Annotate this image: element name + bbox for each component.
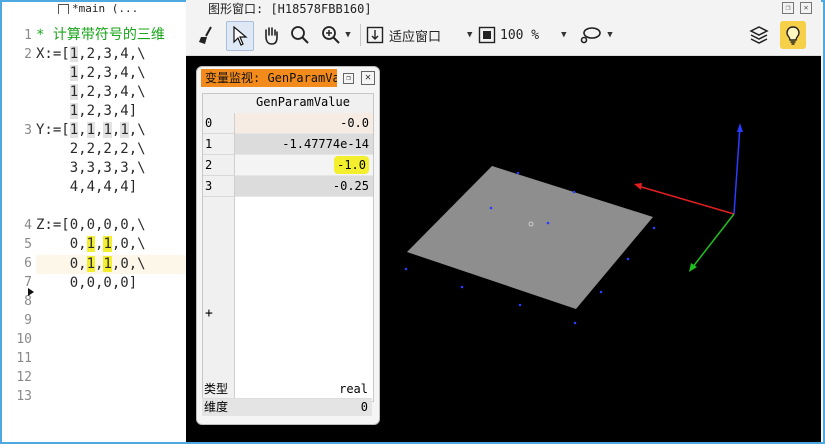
y-axis	[691, 213, 735, 269]
code-line-5b[interactable]: 0,1,1,0,\	[36, 235, 146, 254]
code-line-2[interactable]: X:=[1,2,3,4,\	[36, 45, 146, 64]
table-cell[interactable]: -1.47774e-14	[235, 134, 373, 155]
y-axis-arrow	[689, 263, 697, 272]
editor-tab-icon	[58, 3, 69, 14]
row-index: 2	[203, 155, 234, 176]
pointer-button[interactable]	[226, 21, 254, 51]
variable-monitor-panel[interactable]: 变量监视: GenParamValue ❐ ✕ GenParamValue + …	[196, 66, 380, 425]
type-row: 类型 real	[202, 381, 372, 399]
code-editor[interactable]: *main (... 1 2 3 4 5 6 7 8 9 10 11 12 13 * 计算带符号的三维 …	[2, 2, 186, 442]
lasso-icon	[580, 27, 602, 44]
code-line-3[interactable]: Y:=[1,1,1,1,\	[36, 121, 146, 140]
line-number: 13	[16, 389, 32, 404]
pan-button[interactable]	[258, 21, 284, 49]
editor-tab-title: *main (...	[72, 2, 139, 14]
type-value: real	[339, 382, 368, 396]
shape-tool-dropdown[interactable]: ▼	[576, 21, 616, 49]
dimension-value: 0	[360, 400, 368, 414]
zoom-level-label: 100 %	[500, 27, 540, 43]
line-number: 3	[24, 123, 32, 138]
chevron-down-icon: ▼	[345, 30, 351, 40]
chevron-down-icon: ▼	[607, 30, 613, 40]
table-header: GenParamValue	[203, 94, 373, 114]
x-axis-arrow	[634, 183, 642, 190]
layers-button[interactable]	[746, 21, 772, 49]
line-number: 6	[24, 256, 32, 271]
code-line-3b[interactable]: 2,2,2,2,\	[36, 140, 146, 159]
clear-broom-button[interactable]	[194, 21, 220, 49]
pointer-icon	[233, 26, 248, 46]
surface-plane	[407, 166, 653, 309]
hint-button[interactable]	[780, 21, 806, 49]
fit-window-icon	[366, 26, 384, 44]
close-icon[interactable]: ✕	[800, 2, 812, 14]
line-number: 12	[16, 370, 32, 385]
editor-tab[interactable]: *main (...	[58, 2, 186, 14]
expand-plus-button[interactable]: +	[205, 306, 213, 321]
toolbar-separator	[360, 24, 361, 46]
fit-window-label: 适应窗口	[389, 29, 442, 45]
table-cell[interactable]: -0.25	[235, 176, 373, 197]
hand-icon	[265, 27, 278, 45]
value-table[interactable]: GenParamValue + 0 -0.0 1 -1.47774e-14 2 …	[202, 93, 374, 402]
row-index: 1	[203, 134, 234, 155]
code-line-1[interactable]: * 计算带符号的三维	[36, 26, 165, 45]
zoom-button[interactable]: ▼	[316, 21, 356, 49]
layers-icon	[749, 26, 769, 44]
line-number: 1	[24, 28, 32, 43]
magnifier-icon	[291, 26, 309, 44]
table-cell[interactable]: -0.0	[235, 113, 373, 134]
line-number: 9	[24, 313, 32, 328]
code-line-3c[interactable]: 3,3,3,3,\	[36, 159, 146, 178]
program-counter-icon	[28, 288, 34, 296]
dimension-label: 维度	[204, 400, 229, 414]
restore-icon[interactable]: ❐	[782, 2, 794, 14]
line-number: 2	[24, 47, 32, 62]
z-axis-arrow	[737, 123, 743, 132]
variable-meta: 类型 real 维度 0	[202, 379, 372, 417]
close-icon[interactable]: ✕	[361, 71, 375, 85]
row-index: 0	[203, 113, 234, 134]
zoom-level-dropdown[interactable]: 100 % ▼	[478, 21, 568, 49]
coordinate-axes	[634, 123, 743, 272]
code-line-2d[interactable]: 1,2,3,4]	[36, 102, 137, 121]
zoom-level-icon	[478, 26, 496, 44]
code-comment: * 计算带符号的三维	[36, 27, 165, 43]
fit-window-dropdown[interactable]: 适应窗口 ▼	[366, 21, 476, 49]
line-number: 4	[24, 218, 32, 233]
graphics-window-titlebar: 图形窗口: [H18578FBB160] ❐ ✕	[186, 0, 821, 16]
code-line-2c[interactable]: 1,2,3,4,\	[36, 83, 146, 102]
line-number: 5	[24, 237, 32, 252]
graphics-toolbar: ▼ 适应窗口 ▼ 100 % ▼ ▼	[186, 15, 821, 56]
code-line-2b[interactable]: 1,2,3,4,\	[36, 64, 146, 83]
table-cell-highlighted[interactable]: -1.0	[235, 155, 373, 176]
magnifier-button[interactable]	[288, 21, 312, 49]
dimension-row: 维度 0	[202, 399, 372, 416]
z-axis	[733, 125, 741, 215]
code-line-5d[interactable]: 0,0,0,0]	[36, 274, 137, 293]
type-label: 类型	[204, 382, 229, 396]
code-line-3d[interactable]: 4,4,4,4]	[36, 178, 137, 197]
highlighted-value: -1.0	[334, 156, 369, 174]
line-number: 11	[16, 351, 32, 366]
variable-monitor-title[interactable]: 变量监视: GenParamValue	[201, 69, 337, 87]
column-header[interactable]: GenParamValue	[235, 95, 371, 109]
restore-icon[interactable]: ❐	[343, 73, 354, 84]
line-number: 10	[16, 332, 32, 347]
lightbulb-icon	[786, 26, 800, 45]
x-axis	[637, 185, 735, 215]
chevron-down-icon: ▼	[467, 30, 473, 40]
zoom-in-icon	[322, 26, 340, 44]
broom-icon	[199, 26, 212, 44]
chevron-down-icon: ▼	[561, 30, 567, 40]
code-line-5[interactable]: Z:=[0,0,0,0,\	[36, 216, 146, 235]
row-index: 3	[203, 176, 234, 197]
code-line-5c[interactable]: 0,1,1,0,\	[36, 255, 146, 274]
table-rows: 0 -0.0 1 -1.47774e-14 2 -1.0 3 -0.25	[203, 113, 373, 197]
